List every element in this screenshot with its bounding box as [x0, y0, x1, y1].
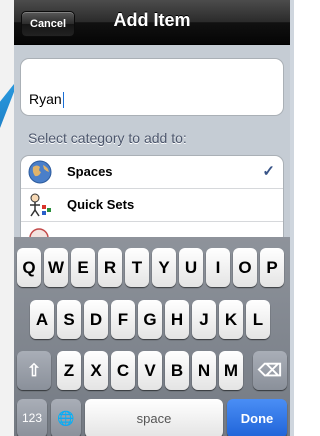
frame-left-edge	[0, 0, 14, 436]
key-q[interactable]: Q	[17, 248, 41, 287]
key-m[interactable]: M	[219, 351, 243, 390]
done-button[interactable]: Done	[227, 399, 287, 436]
key-b[interactable]: B	[165, 351, 189, 390]
key-g[interactable]: G	[138, 300, 162, 339]
globe-icon	[27, 160, 53, 184]
key-j[interactable]: J	[192, 300, 216, 339]
callout-arrow	[0, 84, 14, 128]
key-e[interactable]: E	[71, 248, 95, 287]
checkmark-icon: ✓	[262, 163, 275, 180]
category-heading: Select category to add to:	[28, 130, 187, 146]
key-x[interactable]: X	[84, 351, 108, 390]
key-l[interactable]: L	[246, 300, 270, 339]
frame-right-edge	[290, 0, 294, 436]
key-p[interactable]: P	[260, 248, 284, 287]
numbers-key[interactable]: 123	[17, 399, 47, 436]
key-k[interactable]: K	[219, 300, 243, 339]
globe-key[interactable]: 🌐	[51, 399, 81, 436]
list-item-label: Quick Sets	[67, 197, 135, 212]
key-v[interactable]: V	[138, 351, 162, 390]
key-n[interactable]: N	[192, 351, 216, 390]
page-title: Add Item	[113, 10, 191, 30]
quick-sets-icon	[27, 193, 53, 217]
key-t[interactable]: T	[125, 248, 149, 287]
key-s[interactable]: S	[57, 300, 81, 339]
key-i[interactable]: I	[206, 248, 230, 287]
key-r[interactable]: R	[98, 248, 122, 287]
key-c[interactable]: C	[111, 351, 135, 390]
key-y[interactable]: Y	[152, 248, 176, 287]
shift-key[interactable]: ⇧	[17, 351, 51, 390]
key-z[interactable]: Z	[57, 351, 81, 390]
key-d[interactable]: D	[84, 300, 108, 339]
navigation-bar: Cancel Add Item	[14, 0, 290, 45]
device-screen: Cancel Add Item Ryan Select category to …	[14, 0, 290, 436]
space-key[interactable]: space	[85, 399, 223, 436]
item-name-field[interactable]: Ryan	[20, 58, 284, 116]
list-item-spaces[interactable]: Spaces ✓	[21, 156, 283, 189]
key-w[interactable]: W	[44, 248, 68, 287]
delete-key[interactable]: ⌫	[253, 351, 287, 390]
item-name-value: Ryan	[29, 91, 62, 107]
key-u[interactable]: U	[179, 248, 203, 287]
form-content: Ryan Select category to add to: Spaces ✓	[14, 45, 290, 245]
list-item-quick-sets[interactable]: Quick Sets	[21, 189, 283, 222]
list-item-label: Spaces	[67, 164, 113, 179]
key-o[interactable]: O	[233, 248, 257, 287]
text-caret	[62, 92, 64, 109]
key-a[interactable]: A	[30, 300, 54, 339]
key-h[interactable]: H	[165, 300, 189, 339]
key-f[interactable]: F	[111, 300, 135, 339]
category-list: Spaces ✓ Quick Sets	[20, 155, 284, 245]
on-screen-keyboard: Q W E R T Y U I O P A S D F G H J K L ⇧ …	[14, 237, 290, 436]
